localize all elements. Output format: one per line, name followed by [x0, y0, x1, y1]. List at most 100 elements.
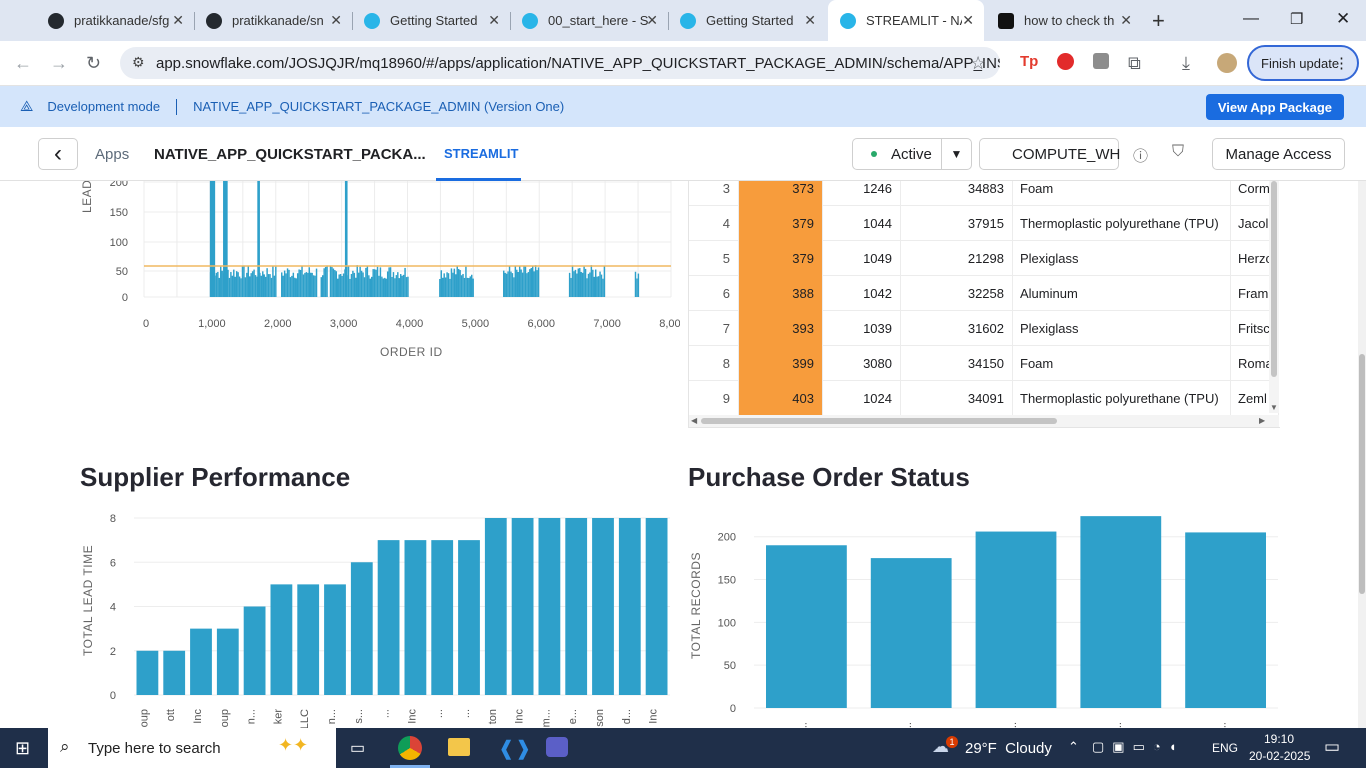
- manage-access-button[interactable]: Manage Access: [1212, 138, 1345, 170]
- window-close-icon[interactable]: ✕: [1336, 9, 1350, 29]
- lead-bar: [517, 272, 519, 297]
- browser-tab[interactable]: pratikkanade/sn ✕: [194, 0, 352, 41]
- lead-bar: [534, 265, 537, 297]
- forward-icon[interactable]: →: [50, 53, 68, 73]
- table-row[interactable]: 6 388 1042 32258 Aluminum Fram: [689, 276, 1279, 311]
- snowflake-icon: [840, 12, 856, 29]
- weather-text[interactable]: 29°F Cloudy: [965, 740, 1052, 757]
- lead-bar: [363, 277, 366, 297]
- bar: [350, 562, 373, 695]
- close-tab-icon[interactable]: ✕: [172, 12, 184, 29]
- lead-bar: [237, 272, 239, 297]
- close-tab-icon[interactable]: ✕: [1120, 12, 1132, 29]
- extension-tp-icon[interactable]: Tp: [1020, 53, 1038, 70]
- language-indicator[interactable]: ENG: [1212, 741, 1238, 755]
- y-tick-label: 0: [122, 292, 128, 304]
- warehouse-selector[interactable]: COMPUTE_WH: [979, 138, 1120, 170]
- vscode-icon[interactable]: ❰❱: [498, 736, 532, 761]
- status-dropdown[interactable]: Active ▼: [852, 138, 972, 170]
- clock-time[interactable]: 19:10: [1264, 732, 1294, 746]
- lead-bar: [247, 265, 250, 297]
- more-vert-icon: ⋮: [1334, 55, 1349, 72]
- lead-bar: [394, 278, 396, 297]
- lead-bar: [360, 270, 363, 297]
- browser-tab[interactable]: pratikkanade/sfg ✕: [36, 0, 194, 41]
- breadcrumb-apps[interactable]: Apps: [95, 146, 129, 163]
- extension-stop-icon[interactable]: [1057, 53, 1074, 70]
- browser-tab[interactable]: how to check the ✕: [986, 0, 1142, 41]
- reload-icon[interactable]: ↻: [86, 53, 101, 73]
- close-tab-icon[interactable]: ✕: [488, 12, 500, 29]
- back-icon[interactable]: ←: [14, 53, 32, 73]
- profile-avatar[interactable]: [1217, 53, 1237, 73]
- tray-chevron-up-icon[interactable]: ⌃: [1068, 739, 1079, 755]
- clock-date[interactable]: 20-02-2025: [1249, 749, 1310, 763]
- browser-tab[interactable]: 00_start_here - S ✕: [510, 0, 668, 41]
- lead-bar: [335, 271, 338, 297]
- table-row[interactable]: 8 399 3080 34150 Foam Roma: [689, 346, 1279, 381]
- minimize-icon[interactable]: —: [1243, 10, 1259, 28]
- lead-bar: [587, 273, 590, 297]
- lead-bar: [373, 269, 376, 297]
- dev-mode-label: Development mode: [47, 99, 161, 114]
- lead-bar: [282, 275, 284, 297]
- site-info-icon[interactable]: ⚙: [132, 54, 145, 71]
- table-row[interactable]: 7 393 1039 31602 Plexiglass Fritsc: [689, 311, 1279, 346]
- new-tab-button[interactable]: +: [1152, 8, 1165, 34]
- table-row[interactable]: 4 379 1044 37915 Thermoplastic polyurethane …: [689, 206, 1279, 241]
- lead-bar: [286, 268, 289, 297]
- browser-tab[interactable]: Getting Started ✕: [668, 0, 826, 41]
- page-scrollbar[interactable]: [1358, 181, 1366, 728]
- table-h-scrollbar[interactable]: ◀ ▶: [689, 415, 1279, 427]
- close-tab-icon[interactable]: ✕: [962, 12, 974, 29]
- close-tab-icon[interactable]: ✕: [804, 12, 816, 29]
- lead-bar: [298, 269, 300, 297]
- extension-grey-icon[interactable]: [1093, 53, 1109, 69]
- lead-bar: [294, 277, 296, 297]
- po-chart-y-ticks: 0 50 100 150 200: [718, 532, 736, 715]
- lead-bar: [372, 269, 374, 297]
- windows-start-icon[interactable]: ⊞: [15, 738, 30, 759]
- lead-bar: [368, 275, 370, 297]
- taskbar-search[interactable]: ⌕ Type here to search ✦✦: [48, 728, 336, 768]
- lead-bar: [388, 267, 390, 297]
- tray-icons[interactable]: ▢▣▭◔◖: [1092, 739, 1185, 755]
- bookmark-star-icon[interactable]: ☆: [970, 53, 986, 73]
- address-bar[interactable]: ⚙ app.snowflake.com/JOSJQJR/mq18960/#/ap…: [120, 47, 1000, 79]
- back-button[interactable]: ‹: [38, 138, 78, 170]
- table-row[interactable]: 9 403 1024 34091 Thermoplastic polyurethane …: [689, 381, 1279, 416]
- chrome-taskbar-icon[interactable]: [398, 736, 422, 760]
- view-app-package-button[interactable]: View App Package: [1205, 94, 1344, 120]
- weather-badge: 1: [946, 736, 958, 748]
- lead-bar: [254, 275, 257, 297]
- browser-toolbar: ← → ↻ ⚙ app.snowflake.com/JOSJQJR/mq1896…: [0, 41, 1366, 86]
- info-icon[interactable]: ⓘ: [1133, 145, 1148, 166]
- task-view-icon[interactable]: ▭: [350, 738, 365, 758]
- browser-tab[interactable]: Getting Started ✕: [352, 0, 510, 41]
- lead-bar: [469, 276, 472, 297]
- shield-icon[interactable]: ⛉: [1172, 143, 1184, 161]
- table-v-scrollbar[interactable]: ▼: [1269, 181, 1279, 413]
- x-tick-label: 1,000: [198, 318, 226, 330]
- file-explorer-icon[interactable]: [448, 738, 470, 756]
- lead-bar: [338, 274, 340, 297]
- restore-icon[interactable]: ❐: [1290, 10, 1303, 28]
- table-cell-qty: 31602: [901, 311, 1013, 346]
- tab-streamlit[interactable]: STREAMLIT: [444, 146, 518, 161]
- bar: [538, 518, 561, 695]
- lead-bar: [521, 272, 524, 297]
- lead-bar: [296, 273, 299, 297]
- close-tab-icon[interactable]: ✕: [646, 12, 658, 29]
- lead-bar: [443, 273, 445, 297]
- table-row[interactable]: 3 373 1246 34883 Foam Corm: [689, 181, 1279, 206]
- extensions-puzzle-icon[interactable]: ⧉: [1128, 53, 1141, 73]
- lead-bar: [520, 269, 522, 297]
- teams-icon[interactable]: [546, 737, 568, 757]
- table-row[interactable]: 5 379 1049 21298 Plexiglass Herzo: [689, 241, 1279, 276]
- browser-tab-active[interactable]: STREAMLIT - NA ✕: [828, 0, 984, 41]
- chevron-down-icon[interactable]: ▼: [941, 139, 971, 169]
- close-tab-icon[interactable]: ✕: [330, 12, 342, 29]
- finish-update-button[interactable]: Finish update ⋮: [1247, 45, 1359, 81]
- download-icon[interactable]: ⤓: [1182, 53, 1190, 73]
- notifications-icon[interactable]: ▭: [1324, 737, 1340, 757]
